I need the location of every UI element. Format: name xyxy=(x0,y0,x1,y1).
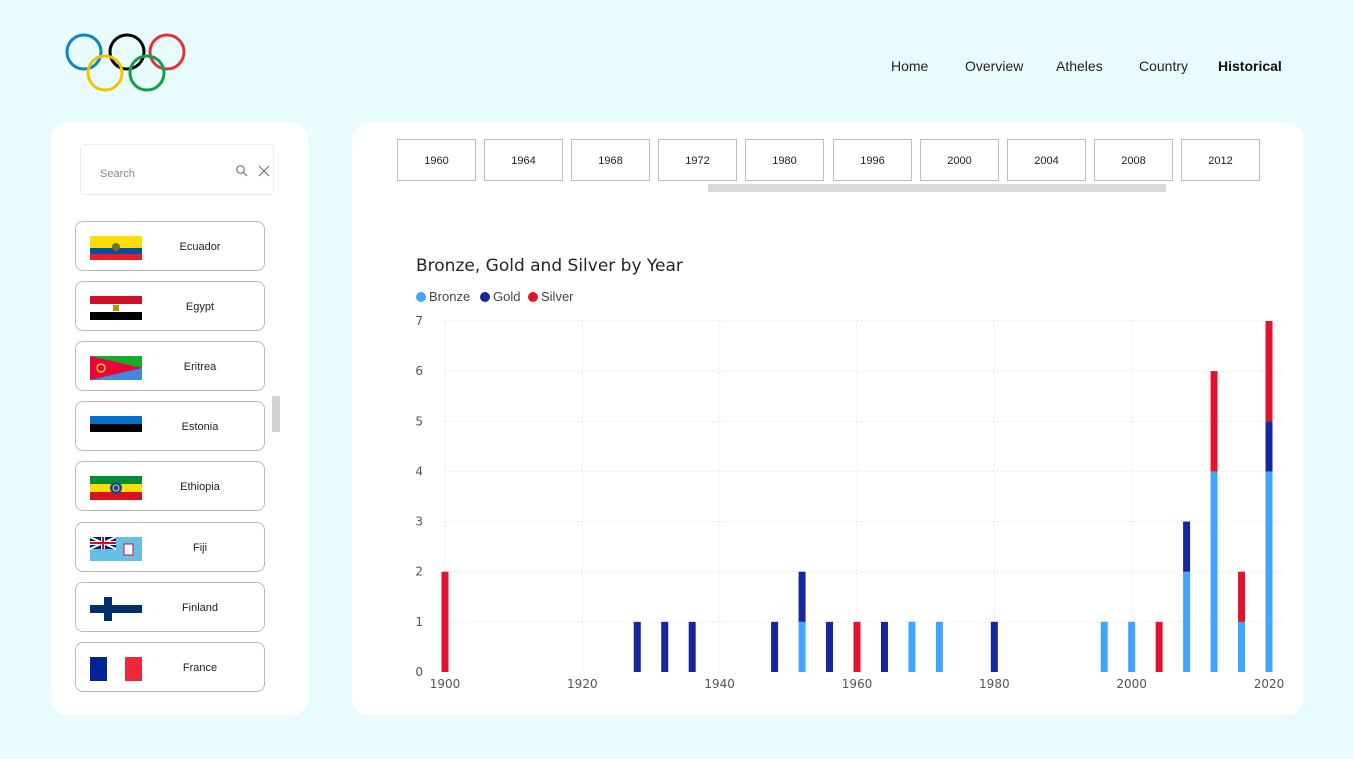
list-item[interactable]: Ethiopia xyxy=(75,461,265,511)
search-box[interactable]: Search xyxy=(80,144,274,195)
x-tick-label: 2000 xyxy=(1116,677,1147,691)
bar-silver[interactable] xyxy=(1210,371,1218,472)
country-name: Egypt xyxy=(185,301,215,313)
list-item[interactable]: Eritrea xyxy=(75,341,265,391)
x-tick-label: 1920 xyxy=(567,677,598,691)
x-tick-label: 1980 xyxy=(979,677,1010,691)
list-item[interactable]: Egypt xyxy=(75,281,265,331)
bar-bronze[interactable] xyxy=(935,621,943,672)
bar-silver[interactable] xyxy=(441,571,449,672)
bar-bronze[interactable] xyxy=(1265,471,1273,672)
country-name: Eritrea xyxy=(183,361,217,373)
bar-silver[interactable] xyxy=(853,621,861,672)
y-tick-label: 1 xyxy=(415,615,423,629)
country-name: Finland xyxy=(181,602,219,614)
flag-egypt-icon xyxy=(90,296,142,320)
nav-overview[interactable]: Overview xyxy=(965,58,1023,74)
country-name: Ethiopia xyxy=(180,481,220,493)
bar-gold[interactable] xyxy=(688,621,696,672)
country-slicer-panel: Search Ecuador Egypt Eritrea Estonia Eth… xyxy=(51,123,308,715)
bar-silver[interactable] xyxy=(1265,321,1273,422)
medals-by-year-chart: 0 1 2 3 4 5 6 7 1900 1920 1940 1960 1980 2000 2020 xyxy=(415,314,1285,691)
flag-fiji-icon xyxy=(90,537,142,561)
search-icon[interactable] xyxy=(235,164,249,178)
bar-gold[interactable] xyxy=(1183,521,1191,572)
flag-eritrea-icon xyxy=(90,356,142,380)
y-tick-label: 7 xyxy=(415,314,423,328)
bar-gold[interactable] xyxy=(990,621,998,672)
bar-bronze[interactable] xyxy=(1210,471,1218,672)
bar-gold[interactable] xyxy=(633,621,641,672)
bar-silver[interactable] xyxy=(1238,571,1246,622)
bar-gold[interactable] xyxy=(798,571,806,622)
list-item[interactable]: Fiji xyxy=(75,522,265,572)
bar-gold[interactable] xyxy=(1265,421,1273,472)
flag-ethiopia-icon xyxy=(90,476,142,500)
search-input[interactable]: Search xyxy=(100,168,135,180)
nav-historical[interactable]: Historical xyxy=(1218,58,1282,74)
x-tick-label: 1900 xyxy=(430,677,461,691)
list-item[interactable]: Estonia xyxy=(75,401,265,451)
list-scrollbar[interactable] xyxy=(272,396,280,432)
y-tick-label: 6 xyxy=(415,364,423,378)
bar-bronze[interactable] xyxy=(1128,621,1136,672)
flag-france-icon xyxy=(90,657,142,681)
list-item[interactable]: Ecuador xyxy=(75,221,265,271)
country-name: Estonia xyxy=(181,421,219,433)
country-name: Fiji xyxy=(192,542,208,554)
nav-country[interactable]: Country xyxy=(1139,58,1188,74)
list-item[interactable]: Finland xyxy=(75,582,265,632)
country-name: France xyxy=(182,662,218,674)
bar-bronze[interactable] xyxy=(1100,621,1108,672)
close-icon[interactable] xyxy=(257,164,271,178)
x-tick-label: 2020 xyxy=(1254,677,1285,691)
historical-panel: 1960 1964 1968 1972 1980 1996 2000 2004 … xyxy=(352,123,1303,715)
flag-ecuador-icon xyxy=(90,236,142,260)
y-tick-label: 2 xyxy=(415,565,423,579)
country-list: Ecuador Egypt Eritrea Estonia Ethiopia F… xyxy=(75,220,267,700)
bar-gold[interactable] xyxy=(880,621,888,672)
bar-bronze[interactable] xyxy=(1183,571,1191,672)
y-tick-label: 5 xyxy=(415,414,423,428)
y-tick-label: 0 xyxy=(415,665,423,679)
flag-finland-icon xyxy=(90,597,142,621)
top-nav: Home Overview Atheles Country Historical xyxy=(0,58,1354,78)
y-tick-label: 4 xyxy=(415,464,423,478)
bar-silver[interactable] xyxy=(1155,621,1163,672)
x-tick-label: 1940 xyxy=(704,677,735,691)
bar-gold[interactable] xyxy=(661,621,669,672)
list-item[interactable]: France xyxy=(75,642,265,692)
nav-home[interactable]: Home xyxy=(891,58,928,74)
x-tick-label: 1960 xyxy=(842,677,873,691)
nav-atheles[interactable]: Atheles xyxy=(1056,58,1103,74)
flag-estonia-icon xyxy=(90,416,142,440)
bar-gold[interactable] xyxy=(826,621,834,672)
country-name: Ecuador xyxy=(179,241,221,253)
bar-gold[interactable] xyxy=(771,621,779,672)
bar-bronze[interactable] xyxy=(1238,621,1246,672)
y-tick-label: 3 xyxy=(415,515,423,529)
bar-bronze[interactable] xyxy=(908,621,916,672)
bar-bronze[interactable] xyxy=(798,621,806,672)
